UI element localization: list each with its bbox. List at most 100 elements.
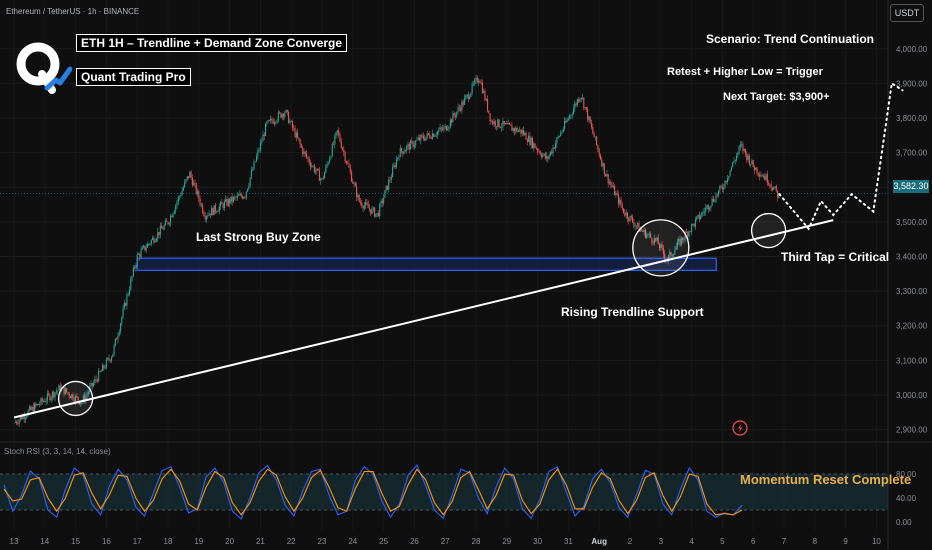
candle-body <box>386 185 388 190</box>
candle-body <box>565 121 567 123</box>
candle-body <box>460 108 462 111</box>
candle-body <box>307 157 309 159</box>
candle-body <box>588 116 590 120</box>
candle-body <box>442 128 444 130</box>
candle-body <box>383 197 385 204</box>
candle-body <box>113 345 115 354</box>
candle-body <box>263 134 265 136</box>
candle-body <box>227 199 229 206</box>
candle-body <box>315 170 317 172</box>
candle-body <box>562 128 564 132</box>
candle-body <box>555 143 557 149</box>
candle-body <box>571 113 573 115</box>
candle-body <box>417 137 419 140</box>
candle-body <box>175 205 177 211</box>
candle-body <box>155 238 157 241</box>
candle-body <box>158 231 160 235</box>
candle-body <box>48 393 50 395</box>
time-tick-label: Aug <box>591 537 607 546</box>
candle-body <box>153 237 155 243</box>
candle-body <box>95 379 97 380</box>
time-tick-label: 2 <box>628 537 633 546</box>
candle-body <box>610 182 612 185</box>
candle-body <box>539 151 541 155</box>
candle-body <box>390 177 392 180</box>
time-tick-label: 13 <box>10 537 19 546</box>
candle-body <box>700 216 702 219</box>
candle-body <box>14 421 16 423</box>
candle-body <box>721 186 723 190</box>
time-tick-label: 14 <box>40 537 49 546</box>
candle-body <box>538 151 540 153</box>
candle-body <box>226 199 228 206</box>
candle-body <box>516 127 518 132</box>
candle-body <box>308 158 310 163</box>
candle-body <box>339 134 341 142</box>
candle-body <box>528 135 530 142</box>
candle-body <box>344 152 346 162</box>
scenario-label: Scenario: Trend Continuation <box>706 32 875 46</box>
candle-body <box>329 158 331 163</box>
target-label: Next Target: $3,900+ <box>723 91 830 103</box>
candle-body <box>534 143 536 149</box>
candle-body <box>701 212 703 217</box>
candle-body <box>170 215 172 223</box>
candle-body <box>313 165 315 172</box>
candle-body <box>253 161 255 170</box>
candle-body <box>268 120 270 121</box>
candle-body <box>522 130 525 135</box>
candle-body <box>349 167 351 172</box>
candle-body <box>435 135 437 136</box>
candle-body <box>275 122 277 124</box>
candle-body <box>152 237 154 241</box>
candle-body <box>485 98 487 101</box>
candle-body <box>220 202 222 207</box>
retest-label: Retest + Higher Low = Trigger <box>667 66 823 78</box>
candle-body <box>282 114 285 117</box>
candle-body <box>352 181 354 184</box>
candle-body <box>272 121 274 124</box>
price-tick-label: 3,000.00 <box>896 391 928 400</box>
candle-body <box>498 119 500 127</box>
candle-body <box>531 138 534 148</box>
candle-body <box>300 144 303 148</box>
candle-body <box>544 153 546 159</box>
candle-body <box>377 212 380 217</box>
candle-body <box>363 205 365 209</box>
candle-body <box>742 144 744 151</box>
time-tick-label: 6 <box>751 537 756 546</box>
candle-body <box>302 147 304 155</box>
candle-body <box>773 187 775 190</box>
candle-body <box>633 222 635 227</box>
candle-body <box>484 90 486 101</box>
tap-circle <box>57 380 94 417</box>
candle-body <box>502 120 504 127</box>
candle-body <box>168 222 170 225</box>
candle-body <box>420 135 422 141</box>
time-tick-label: 27 <box>441 537 450 546</box>
candle-body <box>103 365 105 369</box>
candle-body <box>162 228 164 230</box>
candle-body <box>733 161 735 163</box>
candle-body <box>33 403 36 413</box>
candle-body <box>350 171 353 182</box>
rsi-header: Stoch RSI (3, 3, 14, 14, close) <box>4 447 111 456</box>
candle-body <box>28 406 30 411</box>
lightning-icon[interactable] <box>732 420 748 436</box>
candle-body <box>55 391 57 393</box>
candle-body <box>637 223 639 226</box>
candle-body <box>501 126 503 128</box>
candle-body <box>318 170 320 181</box>
third-tap-label: Third Tap = Critical <box>781 250 890 264</box>
candle-body <box>725 180 727 182</box>
candle-body <box>181 190 183 196</box>
candle-body <box>159 226 161 235</box>
candle-body <box>26 415 28 418</box>
brand-name: Quant Trading Pro <box>76 68 191 86</box>
candle-body <box>453 113 455 116</box>
candle-body <box>194 182 196 184</box>
candle-body <box>735 155 738 161</box>
currency-unit-button[interactable]: USDT <box>890 4 924 22</box>
time-tick-label: 9 <box>843 537 848 546</box>
candle-body <box>611 184 613 188</box>
